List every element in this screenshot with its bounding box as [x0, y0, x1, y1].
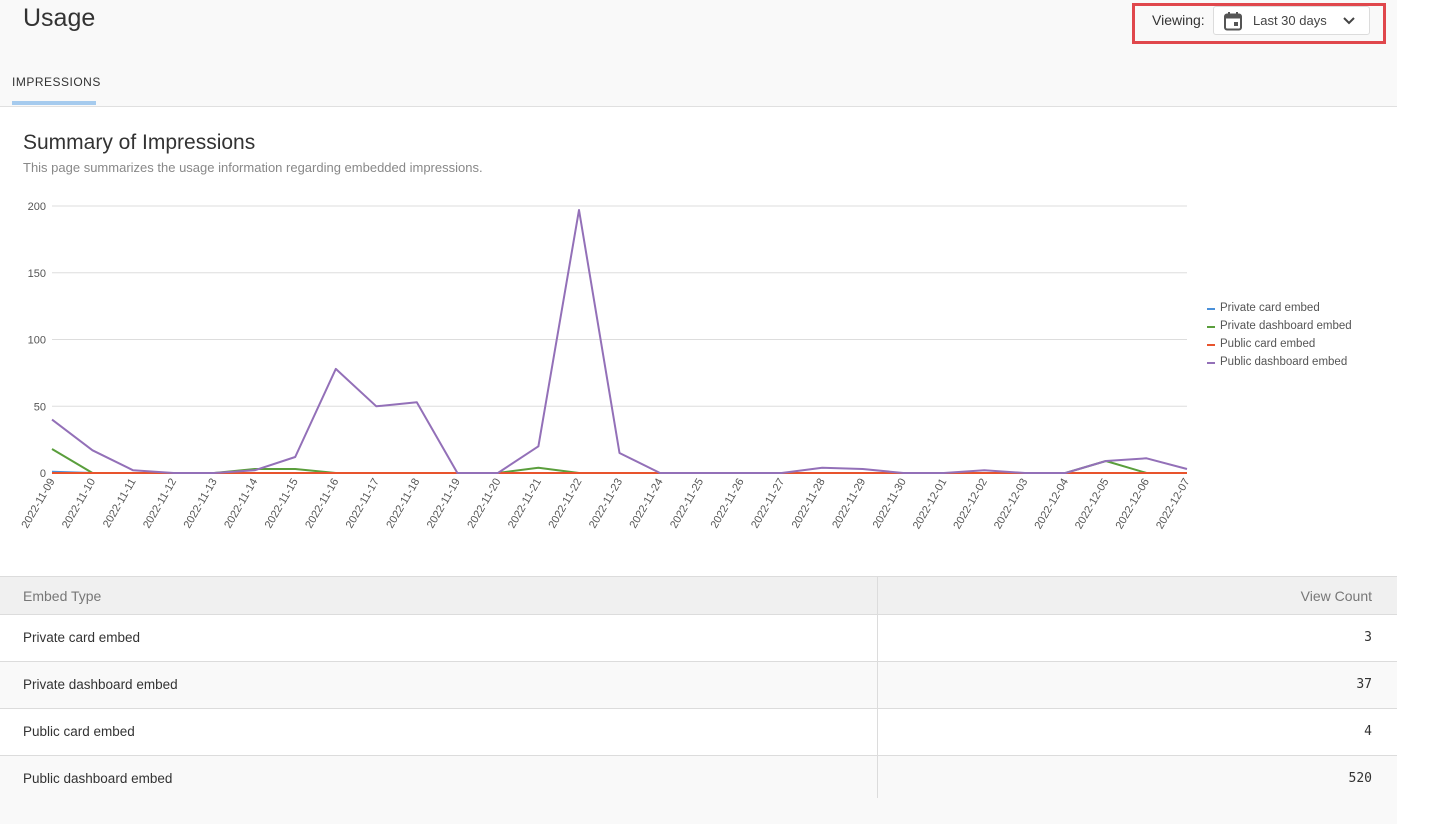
table-row: Public card embed 4: [0, 709, 1397, 756]
legend-label: Public card embed: [1220, 338, 1316, 350]
legend-swatch: [1207, 308, 1215, 310]
x-tick-label: 2022-11-14: [222, 477, 260, 531]
embed-type-cell: Public card embed: [23, 724, 135, 739]
x-tick-label: 2022-11-25: [668, 477, 706, 531]
x-tick-label: 2022-11-13: [182, 477, 220, 531]
date-range-dropdown[interactable]: Last 30 days: [1213, 6, 1370, 35]
x-tick-label: 2022-12-06: [1114, 477, 1153, 532]
x-tick-label: 2022-11-15: [263, 477, 301, 531]
calendar-icon: [1223, 11, 1243, 36]
x-tick-label: 2022-11-21: [506, 477, 544, 531]
series-line-3: [51, 209, 1188, 474]
x-tick-label: 2022-12-04: [1032, 477, 1071, 532]
x-tick-label: 2022-12-02: [951, 477, 990, 532]
date-range-value: Last 30 days: [1253, 13, 1327, 28]
table-row: Private dashboard embed 37: [0, 662, 1397, 709]
view-count-cell: 3: [1364, 630, 1372, 645]
legend-label: Private card embed: [1220, 302, 1320, 314]
x-tick-label: 2022-11-11: [101, 477, 139, 530]
legend-swatch: [1207, 344, 1215, 346]
x-tick-label: 2022-12-05: [1073, 477, 1112, 532]
legend-label: Public dashboard embed: [1220, 356, 1348, 368]
table-row: Private card embed 3: [0, 615, 1397, 662]
view-count-cell: 37: [1356, 677, 1372, 692]
page-title: Usage: [23, 4, 96, 32]
embed-type-cell: Private card embed: [23, 630, 141, 645]
impressions-line-chart: 0501001502002022-11-09 2022-11-10 2022-11-…: [19, 201, 1193, 532]
y-tick-label: 150: [28, 268, 46, 280]
y-tick-label: 0: [40, 468, 46, 480]
footer-area: [0, 798, 1397, 824]
viewing-label: Viewing:: [1152, 12, 1205, 28]
x-tick-label: 2022-11-24: [628, 477, 666, 531]
x-tick-label: 2022-11-23: [587, 477, 625, 531]
x-tick-label: 2022-11-20: [465, 476, 503, 530]
embed-type-cell: Private dashboard embed: [23, 677, 178, 692]
x-tick-label: 2022-11-10: [60, 477, 98, 531]
column-header-view-count[interactable]: View Count: [1301, 588, 1372, 604]
x-tick-label: 2022-11-27: [749, 477, 787, 531]
x-tick-label: 2022-11-26: [709, 477, 747, 531]
legend-swatch: [1207, 362, 1215, 364]
x-tick-label: 2022-11-29: [830, 477, 868, 531]
embed-usage-table: Embed Type View Count Private card embed…: [0, 576, 1397, 803]
tab-impressions[interactable]: IMPRESSIONS: [12, 75, 101, 89]
table-column-divider: [877, 576, 878, 798]
x-tick-label: 2022-11-09: [19, 477, 57, 531]
x-tick-label: 2022-11-22: [546, 477, 584, 531]
summary-title: Summary of Impressions: [23, 131, 256, 154]
x-tick-label: 2022-11-12: [141, 477, 179, 531]
y-tick-label: 200: [28, 201, 46, 213]
y-tick-label: 100: [28, 335, 46, 347]
table-header-row: Embed Type View Count: [0, 576, 1397, 615]
view-count-cell: 520: [1348, 771, 1372, 786]
x-tick-label: 2022-12-01: [911, 477, 950, 532]
chevron-down-icon: [1342, 14, 1356, 33]
x-tick-label: 2022-12-07: [1154, 477, 1193, 532]
column-header-embed-type[interactable]: Embed Type: [23, 588, 101, 604]
x-tick-label: 2022-11-30: [871, 477, 909, 531]
x-tick-label: 2022-11-18: [384, 477, 422, 531]
table-row: Public dashboard embed 520: [0, 756, 1397, 803]
x-tick-label: 2022-11-19: [425, 477, 463, 531]
tab-active-indicator: [12, 101, 96, 105]
x-tick-label: 2022-11-28: [790, 477, 828, 531]
x-tick-label: 2022-12-03: [992, 477, 1031, 532]
x-tick-label: 2022-11-16: [303, 477, 341, 531]
legend-swatch: [1207, 326, 1215, 328]
summary-subtitle: This page summarizes the usage informati…: [23, 160, 483, 175]
embed-type-cell: Public dashboard embed: [23, 771, 173, 786]
view-count-cell: 4: [1364, 724, 1372, 739]
y-tick-label: 50: [34, 401, 46, 413]
x-tick-label: 2022-11-17: [344, 477, 382, 531]
legend-label: Private dashboard embed: [1220, 320, 1352, 332]
